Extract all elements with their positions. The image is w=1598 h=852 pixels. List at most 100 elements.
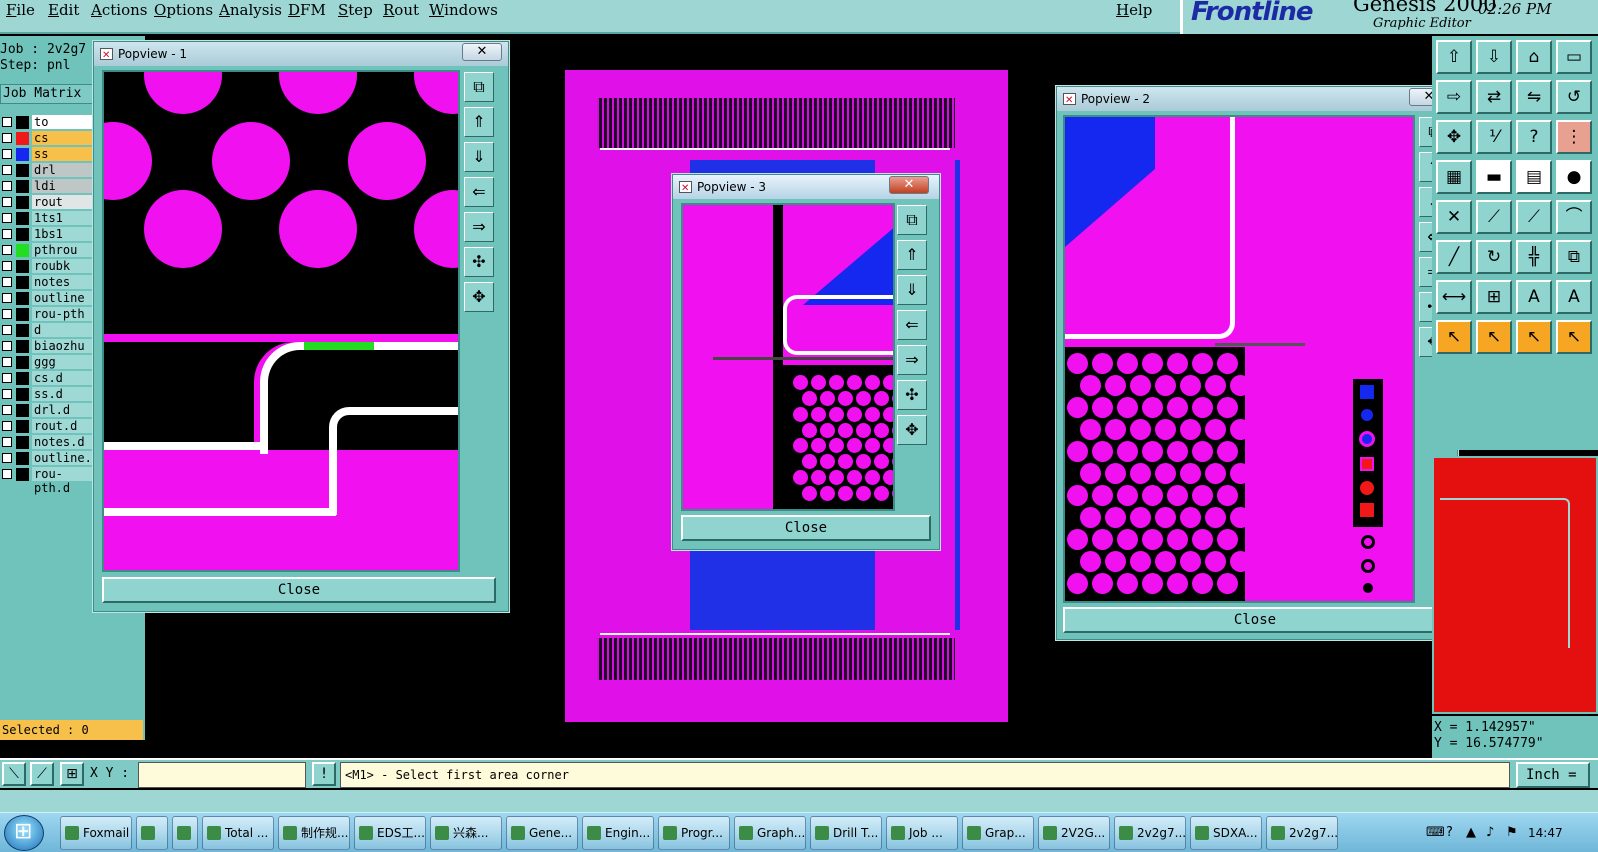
layer-row[interactable]: outline	[0, 290, 100, 306]
scale-icon[interactable]: ⅟	[1476, 120, 1512, 154]
taskbar-item[interactable]: Foxmail	[60, 816, 132, 850]
taskbar-item[interactable]: Graph...	[734, 816, 806, 850]
select-box-icon[interactable]: ↖	[1476, 320, 1512, 354]
layer-checkbox[interactable]	[2, 133, 12, 143]
popview-1-close-button[interactable]: Close	[102, 577, 496, 603]
pan-down-icon[interactable]: ⇓	[897, 275, 927, 305]
text-icon[interactable]: A	[1516, 280, 1552, 314]
taskbar-item[interactable]: Gene...	[506, 816, 578, 850]
taskbar-item[interactable]: SDXA...	[1190, 816, 1262, 850]
layer-row[interactable]: biaozhu	[0, 338, 100, 354]
layer-checkbox[interactable]	[2, 405, 12, 415]
layer-down-icon[interactable]: ⇩	[1476, 40, 1512, 74]
ruler-icon[interactable]: ▤	[1516, 160, 1552, 194]
popview-3-close-button[interactable]: Close	[681, 515, 931, 541]
window-icon[interactable]: ▭	[1556, 40, 1592, 74]
layer-checkbox[interactable]	[2, 373, 12, 383]
move-icon[interactable]: ⊞	[1476, 280, 1512, 314]
layer-checkbox[interactable]	[2, 149, 12, 159]
popview-2-titlebar[interactable]: Popview - 2	[1057, 87, 1457, 113]
layer-row[interactable]: outline.d	[0, 450, 100, 466]
layer-up-icon[interactable]: ⇧	[1436, 40, 1472, 74]
xy-input[interactable]	[138, 762, 306, 788]
net-icon[interactable]: ⋮	[1556, 120, 1592, 154]
taskbar-item[interactable]: 兴森...	[430, 816, 502, 850]
mirror-icon[interactable]: ⇋	[1516, 80, 1552, 114]
help-tray-icon[interactable]: ?	[1446, 816, 1453, 850]
popview-3-close-x[interactable]: ✕	[889, 176, 929, 194]
pan-up-icon[interactable]: ⇑	[464, 107, 494, 137]
zoom-in-icon[interactable]: ✣	[897, 380, 927, 410]
layer-checkbox[interactable]	[2, 117, 12, 127]
start-button[interactable]	[4, 815, 44, 851]
measure-icon[interactable]: ▬	[1476, 160, 1512, 194]
volume-icon[interactable]: ♪	[1486, 816, 1494, 850]
layer-row[interactable]: rout.d	[0, 418, 100, 434]
layer-checkbox[interactable]	[2, 453, 12, 463]
layer-row[interactable]: 1ts1	[0, 210, 100, 226]
layer-checkbox[interactable]	[2, 325, 12, 335]
zoom-icon[interactable]: ⧉	[897, 205, 927, 235]
menu-dfm[interactable]: DFM	[288, 1, 326, 19]
layer-checkbox[interactable]	[2, 341, 12, 351]
menu-file[interactable]: File	[6, 1, 35, 19]
layer-row[interactable]: notes	[0, 274, 100, 290]
layer-checkbox[interactable]	[2, 261, 12, 271]
pan-up-icon[interactable]: ⇑	[897, 240, 927, 270]
popview-3-canvas[interactable]	[681, 203, 895, 511]
overview-map[interactable]	[1432, 456, 1598, 714]
layer-row[interactable]: rou-pth	[0, 306, 100, 322]
pan-right-icon[interactable]: ⇒	[464, 212, 494, 242]
layer-checkbox[interactable]	[2, 309, 12, 319]
flag-icon[interactable]: ⚑	[1506, 816, 1518, 850]
layer-row[interactable]: cs	[0, 130, 100, 146]
popview-1-canvas[interactable]	[102, 70, 460, 572]
menu-step[interactable]: Step	[338, 1, 373, 19]
menu-windows[interactable]: Windows	[429, 1, 498, 19]
layer-row[interactable]: 1bs1	[0, 226, 100, 242]
layer-checkbox[interactable]	[2, 437, 12, 447]
measure-mode-icon[interactable]: ⟋	[30, 762, 54, 786]
rotate-icon[interactable]: ↻	[1476, 240, 1512, 274]
menu-options[interactable]: Options	[154, 1, 213, 19]
menu-rout[interactable]: Rout	[383, 1, 419, 19]
layer-row[interactable]: ggg	[0, 354, 100, 370]
taskbar-item[interactable]: 2v2g7...	[1266, 816, 1338, 850]
layer-checkbox[interactable]	[2, 165, 12, 175]
layer-row[interactable]: ss.d	[0, 386, 100, 402]
layer-row[interactable]: ss	[0, 146, 100, 162]
alert-icon[interactable]: !	[312, 762, 336, 786]
taskbar-item[interactable]	[172, 816, 198, 850]
unit-selector[interactable]: Inch =	[1516, 762, 1590, 788]
pan-down-icon[interactable]: ⇓	[464, 142, 494, 172]
layer-row[interactable]: rou-pth.d	[0, 466, 100, 495]
layer-checkbox[interactable]	[2, 357, 12, 367]
layer-checkbox[interactable]	[2, 229, 12, 239]
snap-icon[interactable]: ↺	[1556, 80, 1592, 114]
layer-row[interactable]: roubk	[0, 258, 100, 274]
keyboard-icon[interactable]: ⌨	[1426, 816, 1445, 850]
layer-row[interactable]: to	[0, 114, 100, 130]
taskbar-item[interactable]: 制作规...	[278, 816, 350, 850]
pad-icon[interactable]: ●	[1556, 160, 1592, 194]
zoom-out-icon[interactable]: ✥	[897, 415, 927, 445]
menu-help[interactable]: Help	[1116, 1, 1152, 19]
fillet-icon[interactable]: ╬	[1516, 240, 1552, 274]
layer-checkbox[interactable]	[2, 245, 12, 255]
menu-analysis[interactable]: Analysis	[219, 1, 282, 19]
popview-2-canvas[interactable]	[1063, 115, 1415, 603]
layer-checkbox[interactable]	[2, 293, 12, 303]
snap-mode-icon[interactable]: ⟍	[2, 762, 26, 786]
taskbar-item[interactable]: Engin...	[582, 816, 654, 850]
layer-row[interactable]: drl	[0, 162, 100, 178]
popview-1-close-x[interactable]: ✕	[462, 43, 502, 61]
popview-1-titlebar[interactable]: Popview - 1	[94, 42, 508, 68]
text-edit-icon[interactable]: A	[1556, 280, 1592, 314]
taskbar-item[interactable]	[136, 816, 168, 850]
arc-icon[interactable]: ⌒	[1556, 200, 1592, 234]
zoom-fit-icon[interactable]: ✥	[1436, 120, 1472, 154]
grid-icon[interactable]: ▦	[1436, 160, 1472, 194]
zoom-in-icon[interactable]: ✣	[464, 247, 494, 277]
menu-edit[interactable]: Edit	[48, 1, 79, 19]
copy-icon[interactable]: ⧉	[1556, 240, 1592, 274]
